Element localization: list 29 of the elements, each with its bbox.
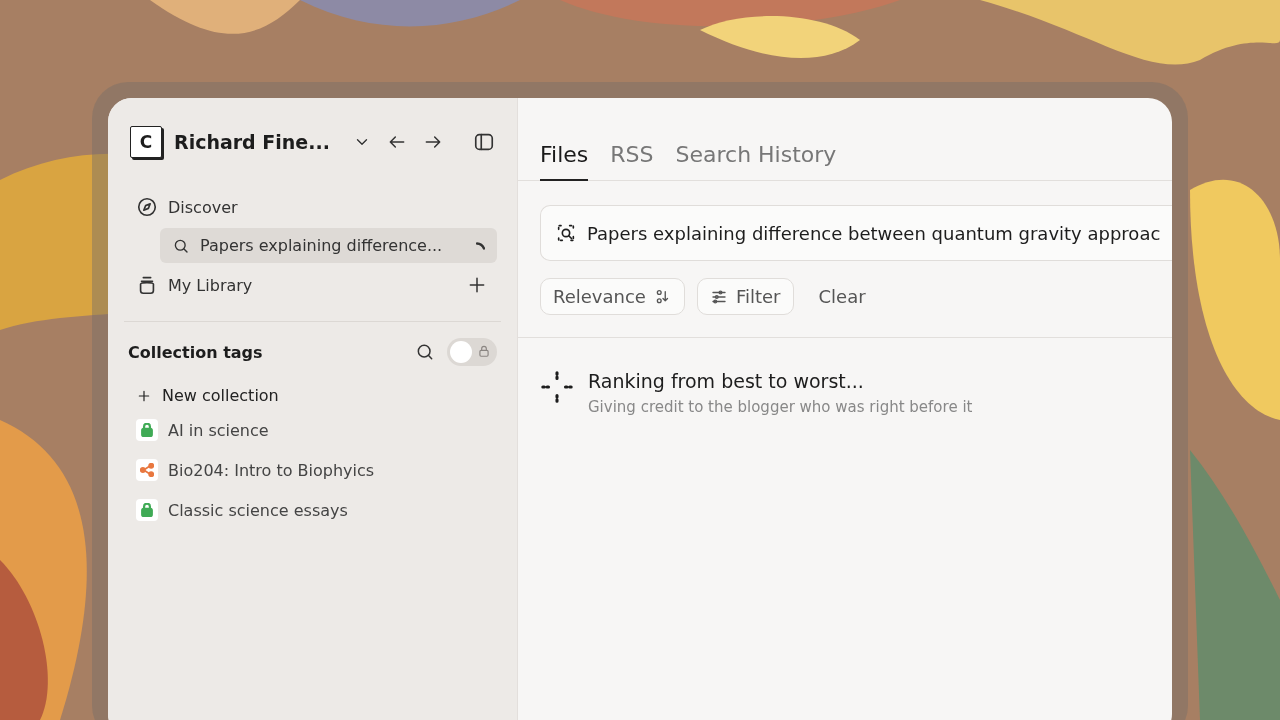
collection-item[interactable]: Classic science essays bbox=[136, 499, 497, 521]
clear-button[interactable]: Clear bbox=[805, 278, 879, 315]
tab[interactable]: Files bbox=[540, 142, 589, 181]
lock-icon bbox=[477, 344, 491, 358]
status-subtitle: Giving credit to the blogger who was right before it bbox=[588, 398, 973, 416]
loading-dots-icon bbox=[540, 370, 574, 404]
nav-item[interactable]: My Library bbox=[128, 267, 497, 303]
new-collection-button[interactable]: New collection bbox=[136, 386, 497, 405]
filter-button[interactable]: Filter bbox=[696, 278, 794, 315]
toggle-switch[interactable] bbox=[447, 338, 497, 366]
collection-item[interactable]: AI in science bbox=[136, 419, 497, 441]
nav-item[interactable]: Papers explaining difference... bbox=[160, 228, 497, 263]
tab[interactable]: RSS bbox=[610, 142, 654, 181]
panel-icon bbox=[473, 131, 495, 153]
spinner-icon bbox=[476, 241, 485, 250]
search-icon bbox=[555, 222, 577, 244]
sort-button[interactable]: Relevance bbox=[540, 278, 685, 315]
workspace-logo: C bbox=[130, 126, 162, 158]
plus-icon bbox=[467, 275, 487, 295]
search-field[interactable]: Papers explaining difference between quantum gravity approac bbox=[540, 205, 1172, 261]
nav-item[interactable]: Discover bbox=[128, 190, 497, 224]
workspace-name[interactable]: Richard Fine... bbox=[174, 131, 339, 153]
collection-item[interactable]: Bio204: Intro to Biophyics bbox=[136, 459, 497, 481]
compass-icon bbox=[136, 196, 158, 218]
section-title: Collection tags bbox=[128, 342, 264, 362]
tab[interactable]: Search History bbox=[675, 142, 837, 181]
search-icon bbox=[415, 342, 435, 362]
status-title: Ranking from best to worst... bbox=[588, 370, 865, 392]
sliders-icon bbox=[709, 287, 728, 306]
